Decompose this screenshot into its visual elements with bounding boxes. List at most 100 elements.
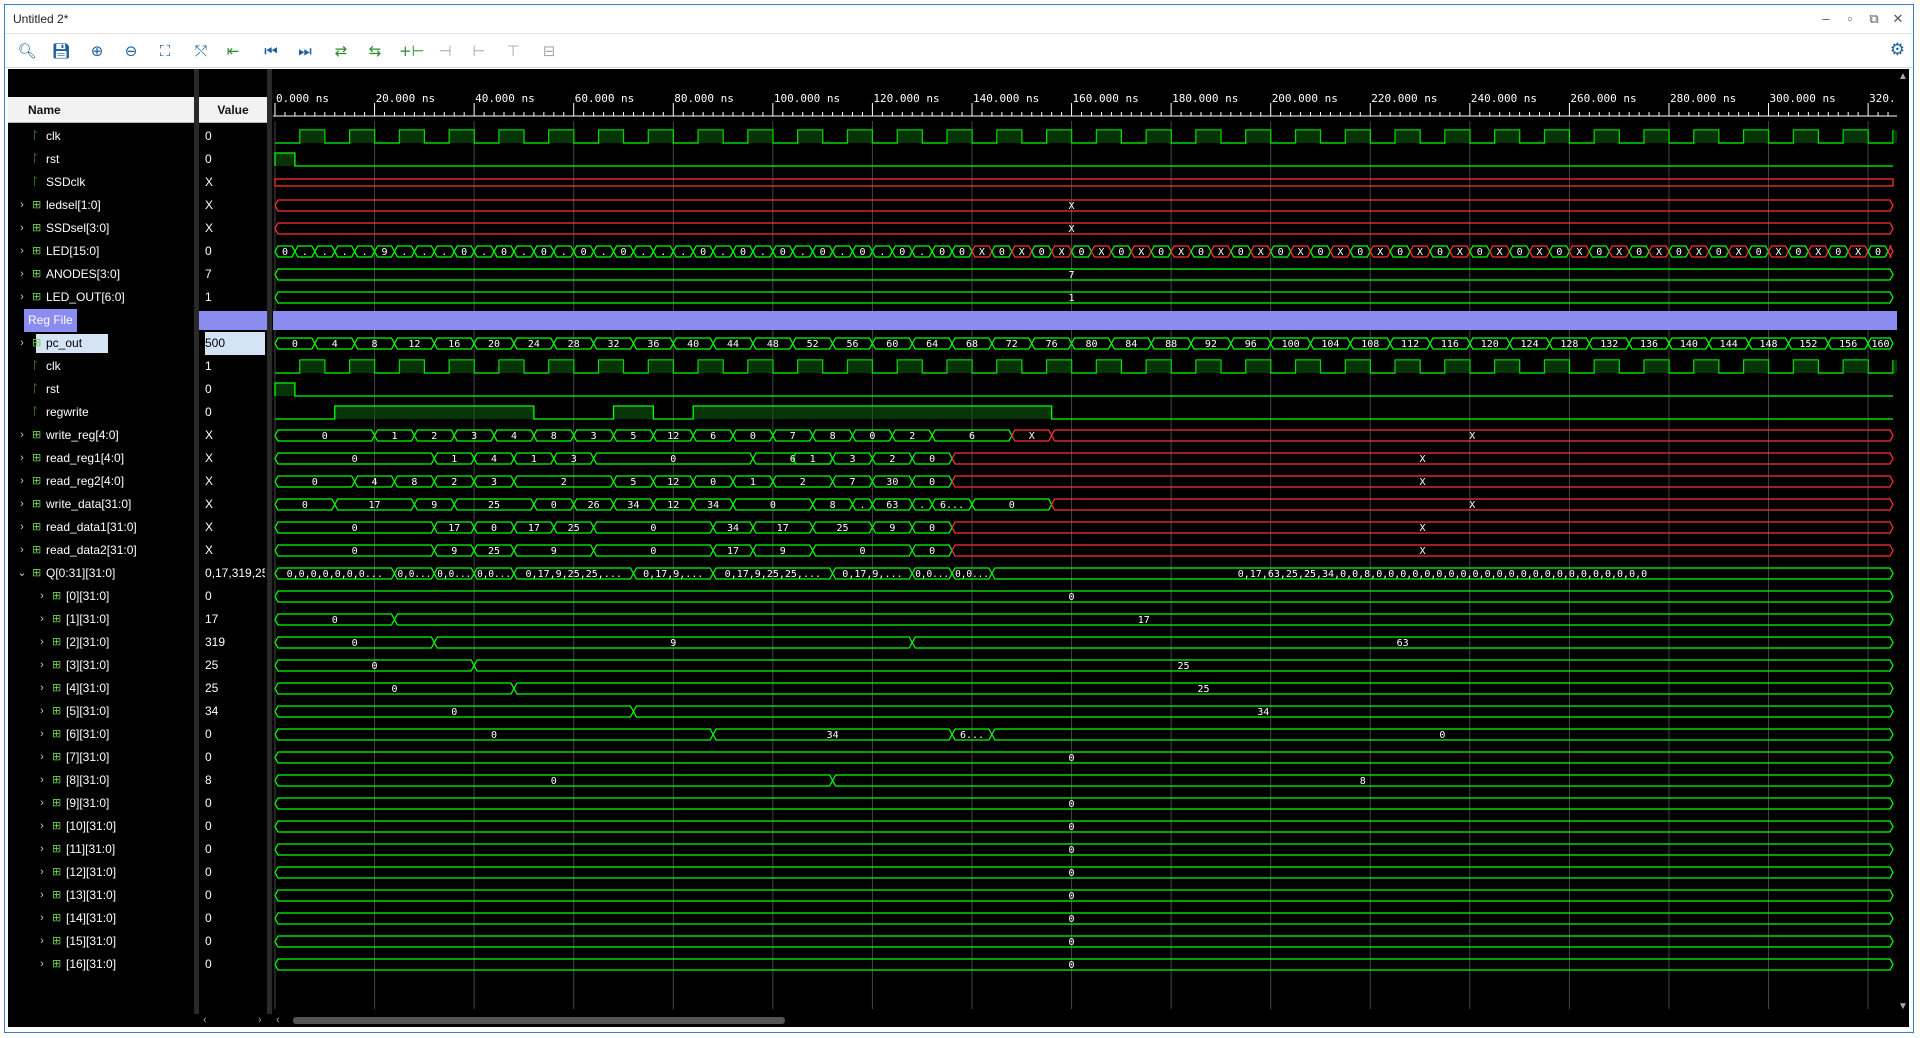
signal-row[interactable]: ⌄ ⊞ Q[0:31][31:0] xyxy=(8,562,194,585)
signal-row[interactable]: › ⊞ [15][31:0] xyxy=(8,930,194,953)
signal-row[interactable]: › ⊞ [7][31:0] xyxy=(8,746,194,769)
signal-row[interactable]: › ⊞ [11][31:0] xyxy=(8,838,194,861)
bus-value-label: . xyxy=(879,247,885,258)
zoom-in-icon[interactable]: ⊕ xyxy=(85,40,109,62)
signal-row[interactable]: › ⊞ pc_out xyxy=(8,332,194,355)
chevron-right-icon[interactable]: › xyxy=(36,861,48,884)
chevron-right-icon[interactable]: › xyxy=(36,723,48,746)
chevron-right-icon[interactable]: › xyxy=(36,815,48,838)
chevron-right-icon[interactable]: › xyxy=(36,953,48,976)
signal-row[interactable]: › ⊞ ledsel[1:0] xyxy=(8,194,194,217)
signal-row[interactable]: › ⊞ [9][31:0] xyxy=(8,792,194,815)
minimize-icon[interactable]: – xyxy=(1817,10,1835,28)
chevron-right-icon[interactable]: › xyxy=(36,838,48,861)
chevron-right-icon[interactable]: › xyxy=(16,447,28,470)
scroll-down-icon[interactable]: ▼ xyxy=(1898,1001,1908,1012)
scroll-left-icon[interactable]: ‹ xyxy=(203,1014,207,1027)
signal-row[interactable]: ᛚ SSDclk xyxy=(8,171,194,194)
go-to-time-0-icon[interactable]: ⏮ xyxy=(259,40,283,62)
signal-row[interactable]: › ⊞ read_data2[31:0] xyxy=(8,539,194,562)
chevron-right-icon[interactable]: › xyxy=(36,654,48,677)
add-marker-icon[interactable]: +⊢ xyxy=(399,40,425,62)
chevron-right-icon[interactable]: › xyxy=(36,677,48,700)
restore-icon[interactable]: ▫ xyxy=(1841,10,1859,28)
signal-row[interactable]: › ⊞ LED_OUT[6:0] xyxy=(8,286,194,309)
chevron-right-icon[interactable]: › xyxy=(36,907,48,930)
chevron-down-icon[interactable]: ⌄ xyxy=(16,562,28,585)
chevron-right-icon[interactable]: › xyxy=(36,792,48,815)
signal-row[interactable]: › ⊞ [4][31:0] xyxy=(8,677,194,700)
signal-row[interactable]: › ⊞ [8][31:0] xyxy=(8,769,194,792)
signal-row[interactable]: › ⊞ [0][31:0] xyxy=(8,585,194,608)
chevron-right-icon[interactable]: › xyxy=(16,539,28,562)
bus-value-label: 0 xyxy=(581,247,587,258)
chevron-right-icon[interactable]: › xyxy=(36,769,48,792)
signal-row[interactable]: › ⊞ [16][31:0] xyxy=(8,953,194,976)
zoom-fit-icon[interactable]: ⛶ xyxy=(153,40,177,62)
panel-divider[interactable] xyxy=(267,69,272,1027)
signal-row[interactable]: ᛚ regwrite xyxy=(8,401,194,424)
chevron-right-icon[interactable]: › xyxy=(16,263,28,286)
signal-row[interactable]: › ⊞ read_data1[31:0] xyxy=(8,516,194,539)
signal-row[interactable]: › ⊞ [12][31:0] xyxy=(8,861,194,884)
chevron-right-icon[interactable]: › xyxy=(16,194,28,217)
group-row[interactable]: Reg File xyxy=(8,309,194,332)
chevron-right-icon[interactable]: › xyxy=(36,700,48,723)
zoom-out-icon[interactable]: ⊖ xyxy=(119,40,143,62)
chevron-right-icon[interactable]: › xyxy=(36,631,48,654)
bus-value-label: 1 xyxy=(750,477,756,488)
chevron-right-icon[interactable]: › xyxy=(16,470,28,493)
chevron-right-icon[interactable]: › xyxy=(16,516,28,539)
scroll-thumb[interactable] xyxy=(293,1017,785,1024)
go-to-cursor-icon[interactable]: ⤲ xyxy=(189,40,213,62)
signal-row[interactable]: › ⊞ read_reg2[4:0] xyxy=(8,470,194,493)
gear-icon[interactable]: ⚙ xyxy=(1890,40,1905,60)
vertical-scrollbar[interactable]: ▲ ▼ xyxy=(1897,69,1909,1014)
previous-transition-icon[interactable]: ⇤ xyxy=(221,40,245,62)
chevron-right-icon[interactable]: › xyxy=(36,746,48,769)
signal-row[interactable]: › ⊞ [13][31:0] xyxy=(8,884,194,907)
signal-row[interactable]: › ⊞ [10][31:0] xyxy=(8,815,194,838)
scroll-right-icon[interactable]: › xyxy=(258,1014,262,1027)
signal-row[interactable]: › ⊞ read_reg1[4:0] xyxy=(8,447,194,470)
swap-cursors-icon[interactable]: ⇄ xyxy=(329,40,353,62)
scroll-up-icon[interactable]: ▲ xyxy=(1898,71,1908,82)
chevron-right-icon[interactable]: › xyxy=(16,424,28,447)
horizontal-scrollbar[interactable]: ‹ › ‹ xyxy=(8,1014,1909,1027)
chevron-right-icon[interactable]: › xyxy=(16,240,28,263)
signal-row[interactable]: › ⊞ SSDsel[3:0] xyxy=(8,217,194,240)
go-to-last-time-icon[interactable]: ⏭ xyxy=(293,40,317,62)
waveform-canvas[interactable]: 0.000 ns 20.000 ns 40.000 ns 60.000 ns 80.00… xyxy=(273,69,1897,1014)
signal-row[interactable]: ᛚ clk xyxy=(8,125,194,148)
signal-row[interactable]: › ⊞ [6][31:0] xyxy=(8,723,194,746)
chevron-right-icon[interactable]: › xyxy=(36,930,48,953)
chevron-right-icon[interactable]: › xyxy=(16,332,28,355)
value-column-header[interactable]: Value xyxy=(199,97,267,123)
chevron-right-icon[interactable]: › xyxy=(36,608,48,631)
signal-row[interactable]: › ⊞ ANODES[3:0] xyxy=(8,263,194,286)
signal-row[interactable]: › ⊞ [3][31:0] xyxy=(8,654,194,677)
signal-row[interactable]: › ⊞ write_reg[4:0] xyxy=(8,424,194,447)
chevron-right-icon[interactable]: › xyxy=(36,585,48,608)
signal-row[interactable]: › ⊞ LED[15:0] xyxy=(8,240,194,263)
name-column-header[interactable]: Name xyxy=(8,97,194,123)
signal-row[interactable]: › ⊞ [1][31:0] xyxy=(8,608,194,631)
chevron-right-icon[interactable]: › xyxy=(16,493,28,516)
signal-row[interactable]: ᛚ rst xyxy=(8,148,194,171)
chevron-right-icon[interactable]: › xyxy=(36,884,48,907)
chevron-right-icon[interactable]: › xyxy=(16,217,28,240)
signal-row[interactable]: ᛚ rst xyxy=(8,378,194,401)
waveform-area[interactable]: 0.000 ns 20.000 ns 40.000 ns 60.000 ns 80.00… xyxy=(273,69,1909,1027)
float-icon[interactable]: ⧉ xyxy=(1865,10,1883,28)
signal-row[interactable]: › ⊞ write_data[31:0] xyxy=(8,493,194,516)
signal-row[interactable]: › ⊞ [5][31:0] xyxy=(8,700,194,723)
signal-row[interactable]: ᛚ clk xyxy=(8,355,194,378)
signal-row[interactable]: › ⊞ [2][31:0] xyxy=(8,631,194,654)
search-icon[interactable]: 🔍︎ xyxy=(15,40,39,62)
chevron-right-icon[interactable]: › xyxy=(16,286,28,309)
save-icon[interactable]: 💾︎ xyxy=(49,40,73,62)
close-icon[interactable]: ✕ xyxy=(1889,10,1907,28)
next-transition-icon[interactable]: ⇆ xyxy=(363,40,387,62)
signal-row[interactable]: › ⊞ [14][31:0] xyxy=(8,907,194,930)
scroll-left-icon[interactable]: ‹ xyxy=(276,1014,280,1027)
